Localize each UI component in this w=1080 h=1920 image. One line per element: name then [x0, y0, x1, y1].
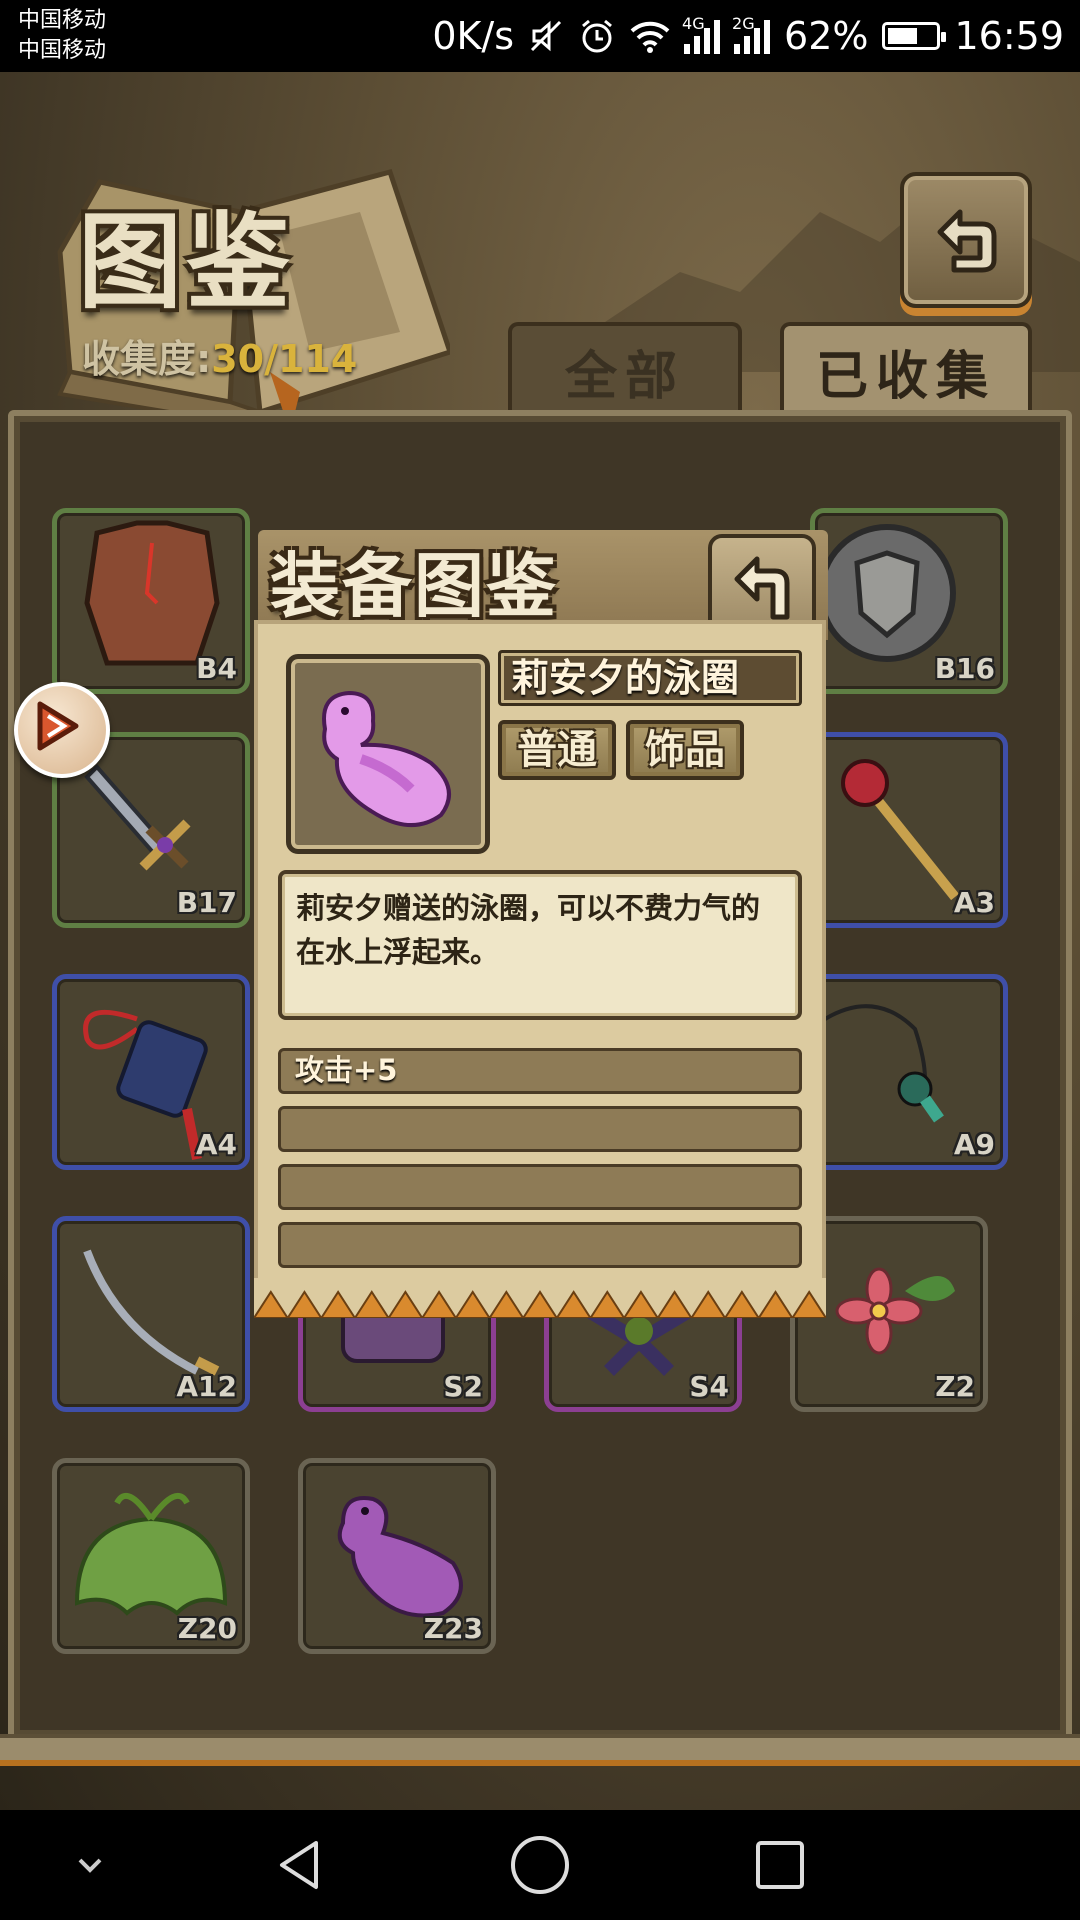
battery-percent: 62% — [784, 14, 869, 58]
item-icon-frame — [286, 654, 490, 854]
tab-all[interactable]: 全部 — [508, 322, 742, 416]
chevron-down-icon — [78, 1858, 102, 1873]
nav-recents-button[interactable] — [720, 1810, 840, 1920]
item-name: 莉安夕的泳圈 — [498, 650, 802, 706]
side-menu-button[interactable] — [14, 682, 110, 778]
item-code: Z20 — [177, 1612, 237, 1645]
page-title: 图鉴 — [78, 201, 295, 323]
item-code: B4 — [196, 652, 237, 685]
grid-item[interactable]: A12 — [52, 1216, 250, 1412]
back-triangle-icon — [280, 1841, 318, 1889]
carrier-2: 中国移动 — [18, 38, 107, 63]
type-tag: 饰品 — [626, 720, 744, 780]
item-code: A4 — [195, 1128, 237, 1161]
nav-back-button[interactable] — [240, 1810, 360, 1920]
item-code: Z2 — [935, 1370, 975, 1403]
item-code: Z23 — [423, 1612, 483, 1645]
clock: 16:59 — [954, 14, 1064, 58]
flag-icon — [37, 701, 79, 751]
tab-collected-label: 已收集 — [815, 346, 996, 407]
grid-item[interactable]: A3 — [810, 732, 1008, 928]
grid-item[interactable]: B4 — [52, 508, 250, 694]
stat-row — [278, 1222, 802, 1268]
item-code: B16 — [934, 652, 995, 685]
signal-2g-icon: 2G — [732, 14, 771, 54]
home-circle-icon — [511, 1836, 569, 1894]
net-speed: 0K/s — [432, 14, 515, 58]
return-arrow-icon — [734, 556, 790, 620]
recents-square-icon — [756, 1841, 804, 1889]
collection-progress: 收集度:30/114 — [82, 328, 357, 383]
stat-row — [278, 1164, 802, 1210]
collect-value: 30/114 — [211, 337, 358, 381]
swim-ring-icon — [322, 690, 451, 828]
item-code: A9 — [953, 1128, 995, 1161]
return-arrow-icon — [937, 209, 997, 273]
nav-down-button[interactable] — [30, 1810, 150, 1920]
grid-item[interactable]: A9 — [810, 974, 1008, 1170]
modal-zigzag-border — [254, 1278, 826, 1318]
item-code: A12 — [176, 1370, 237, 1403]
signal-4g-icon: 4G — [682, 14, 721, 54]
item-description: 莉安夕赠送的泳圈，可以不费力气的在水上浮起来。 — [278, 870, 802, 1020]
alarm-icon — [578, 17, 616, 55]
battery-icon — [882, 22, 947, 50]
grid-item[interactable]: Z20 — [52, 1458, 250, 1654]
back-button[interactable] — [900, 172, 1032, 308]
grid-item[interactable]: Z23 — [298, 1458, 496, 1654]
stat-row: 攻击+5 — [278, 1048, 802, 1094]
item-code: B17 — [176, 886, 237, 919]
mute-icon — [528, 18, 564, 54]
rarity-tag: 普通 — [498, 720, 616, 780]
grid-item[interactable]: B16 — [810, 508, 1008, 694]
item-code: S2 — [443, 1370, 483, 1403]
system-nav-bar — [0, 1810, 1080, 1920]
modal-title: 装备图鉴 — [270, 545, 558, 627]
nav-home-button[interactable] — [480, 1810, 600, 1920]
tab-collected[interactable]: 已收集 — [780, 322, 1032, 416]
status-bar: 中国移动 中国移动 0K/s 4G 2G 62% 16:59 — [0, 0, 1080, 72]
item-code: S4 — [689, 1370, 729, 1403]
grid-item[interactable]: A4 — [52, 974, 250, 1170]
carrier-1: 中国移动 — [18, 8, 107, 33]
panel-bottom-rail — [0, 1734, 1080, 1766]
stat-row — [278, 1106, 802, 1152]
item-code: A3 — [953, 886, 995, 919]
collect-label: 收集度: — [82, 337, 212, 381]
tab-all-label: 全部 — [564, 346, 685, 407]
wifi-icon — [630, 19, 670, 53]
